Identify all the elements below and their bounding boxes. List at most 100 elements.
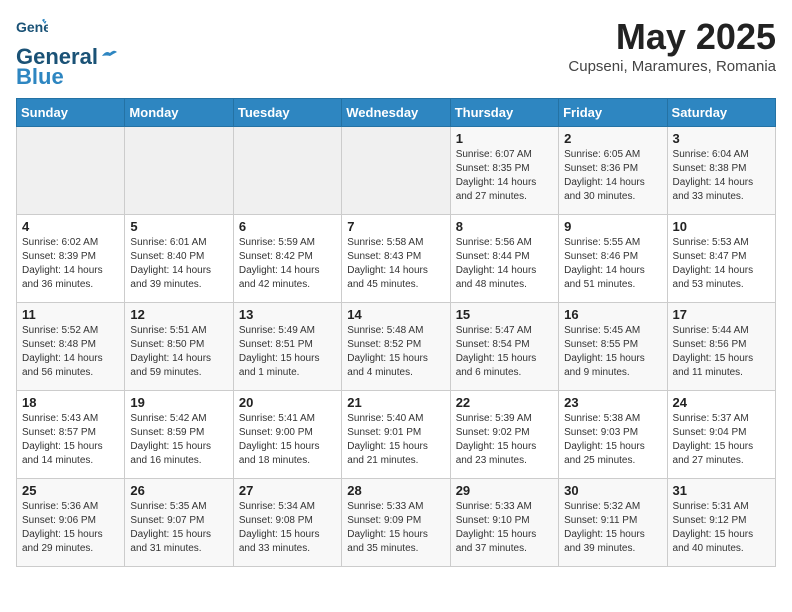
day-number: 14 [347, 307, 444, 322]
day-info: Sunrise: 5:45 AM Sunset: 8:55 PM Dayligh… [564, 324, 661, 380]
day-number: 26 [130, 483, 227, 498]
day-info: Sunrise: 6:02 AM Sunset: 8:39 PM Dayligh… [22, 236, 119, 292]
day-number: 5 [130, 219, 227, 234]
calendar-cell: 19Sunrise: 5:42 AM Sunset: 8:59 PM Dayli… [125, 391, 233, 479]
day-info: Sunrise: 5:31 AM Sunset: 9:12 PM Dayligh… [673, 500, 770, 556]
day-info: Sunrise: 5:58 AM Sunset: 8:43 PM Dayligh… [347, 236, 444, 292]
calendar-cell: 5 Sunrise: 6:01 AM Sunset: 8:40 PM Daylig… [125, 215, 233, 303]
header-tuesday: Tuesday [233, 99, 341, 127]
day-number: 27 [239, 483, 336, 498]
header-monday: Monday [125, 99, 233, 127]
logo-blue: Blue [16, 64, 64, 90]
day-info: Sunrise: 5:56 AM Sunset: 8:44 PM Dayligh… [456, 236, 553, 292]
calendar-cell: 24 Sunrise: 5:37 AM Sunset: 9:04 PM Dayli… [667, 391, 775, 479]
calendar-cell: 13Sunrise: 5:49 AM Sunset: 8:51 PM Dayli… [233, 303, 341, 391]
day-number: 2 [564, 131, 661, 146]
calendar-cell [233, 127, 341, 215]
calendar-cell: 2 Sunrise: 6:05 AM Sunset: 8:36 PM Daylig… [559, 127, 667, 215]
day-info: Sunrise: 5:35 AM Sunset: 9:07 PM Dayligh… [130, 500, 227, 556]
day-info: Sunrise: 6:05 AM Sunset: 8:36 PM Dayligh… [564, 148, 661, 204]
calendar-cell: 1 Sunrise: 6:07 AM Sunset: 8:35 PM Daylig… [450, 127, 558, 215]
calendar-cell [17, 127, 125, 215]
calendar-cell: 6Sunrise: 5:59 AM Sunset: 8:42 PM Daylig… [233, 215, 341, 303]
calendar-cell: 15 Sunrise: 5:47 AM Sunset: 8:54 PM Dayli… [450, 303, 558, 391]
title-area: May 2025 Cupseni, Maramures, Romania [568, 16, 776, 75]
day-info: Sunrise: 5:59 AM Sunset: 8:42 PM Dayligh… [239, 236, 336, 292]
day-number: 29 [456, 483, 553, 498]
header-saturday: Saturday [667, 99, 775, 127]
month-title: May 2025 [568, 16, 776, 58]
calendar-cell: 16 Sunrise: 5:45 AM Sunset: 8:55 PM Dayli… [559, 303, 667, 391]
logo: General General Blue [16, 16, 118, 90]
day-number: 21 [347, 395, 444, 410]
location-subtitle: Cupseni, Maramures, Romania [568, 58, 776, 75]
day-number: 31 [673, 483, 770, 498]
day-info: Sunrise: 5:33 AM Sunset: 9:09 PM Dayligh… [347, 500, 444, 556]
day-info: Sunrise: 6:04 AM Sunset: 8:38 PM Dayligh… [673, 148, 770, 204]
calendar-cell: 8Sunrise: 5:56 AM Sunset: 8:44 PM Daylig… [450, 215, 558, 303]
day-number: 13 [239, 307, 336, 322]
calendar-week-3: 11Sunrise: 5:52 AM Sunset: 8:48 PM Dayli… [17, 303, 776, 391]
day-number: 20 [239, 395, 336, 410]
day-number: 3 [673, 131, 770, 146]
calendar-cell: 25Sunrise: 5:36 AM Sunset: 9:06 PM Dayli… [17, 479, 125, 567]
calendar-cell: 14 Sunrise: 5:48 AM Sunset: 8:52 PM Dayli… [342, 303, 450, 391]
calendar-cell: 28Sunrise: 5:33 AM Sunset: 9:09 PM Dayli… [342, 479, 450, 567]
header-sunday: Sunday [17, 99, 125, 127]
day-number: 9 [564, 219, 661, 234]
day-info: Sunrise: 5:34 AM Sunset: 9:08 PM Dayligh… [239, 500, 336, 556]
day-info: Sunrise: 5:53 AM Sunset: 8:47 PM Dayligh… [673, 236, 770, 292]
calendar-cell: 17 Sunrise: 5:44 AM Sunset: 8:56 PM Dayli… [667, 303, 775, 391]
day-info: Sunrise: 6:07 AM Sunset: 8:35 PM Dayligh… [456, 148, 553, 204]
calendar-cell: 20 Sunrise: 5:41 AM Sunset: 9:00 PM Dayli… [233, 391, 341, 479]
calendar-cell [125, 127, 233, 215]
calendar-header-row: SundayMondayTuesdayWednesdayThursdayFrid… [17, 99, 776, 127]
calendar-cell: 27 Sunrise: 5:34 AM Sunset: 9:08 PM Dayli… [233, 479, 341, 567]
logo-icon: General [16, 16, 48, 44]
header-wednesday: Wednesday [342, 99, 450, 127]
day-number: 15 [456, 307, 553, 322]
calendar-cell: 11Sunrise: 5:52 AM Sunset: 8:48 PM Dayli… [17, 303, 125, 391]
day-number: 1 [456, 131, 553, 146]
calendar-cell: 31 Sunrise: 5:31 AM Sunset: 9:12 PM Dayli… [667, 479, 775, 567]
day-info: Sunrise: 5:39 AM Sunset: 9:02 PM Dayligh… [456, 412, 553, 468]
day-number: 7 [347, 219, 444, 234]
day-info: Sunrise: 5:51 AM Sunset: 8:50 PM Dayligh… [130, 324, 227, 380]
day-number: 22 [456, 395, 553, 410]
day-number: 12 [130, 307, 227, 322]
day-number: 10 [673, 219, 770, 234]
calendar-cell: 23Sunrise: 5:38 AM Sunset: 9:03 PM Dayli… [559, 391, 667, 479]
calendar-cell: 22 Sunrise: 5:39 AM Sunset: 9:02 PM Dayli… [450, 391, 558, 479]
calendar-week-1: 1 Sunrise: 6:07 AM Sunset: 8:35 PM Daylig… [17, 127, 776, 215]
day-info: Sunrise: 6:01 AM Sunset: 8:40 PM Dayligh… [130, 236, 227, 292]
page-header: General General Blue May 2025 Cupseni, M… [16, 16, 776, 90]
calendar-cell: 9Sunrise: 5:55 AM Sunset: 8:46 PM Daylig… [559, 215, 667, 303]
day-info: Sunrise: 5:41 AM Sunset: 9:00 PM Dayligh… [239, 412, 336, 468]
header-friday: Friday [559, 99, 667, 127]
day-info: Sunrise: 5:47 AM Sunset: 8:54 PM Dayligh… [456, 324, 553, 380]
day-info: Sunrise: 5:32 AM Sunset: 9:11 PM Dayligh… [564, 500, 661, 556]
day-number: 4 [22, 219, 119, 234]
calendar-cell: 12 Sunrise: 5:51 AM Sunset: 8:50 PM Dayli… [125, 303, 233, 391]
day-info: Sunrise: 5:48 AM Sunset: 8:52 PM Dayligh… [347, 324, 444, 380]
calendar-week-4: 18Sunrise: 5:43 AM Sunset: 8:57 PM Dayli… [17, 391, 776, 479]
calendar-cell: 29 Sunrise: 5:33 AM Sunset: 9:10 PM Dayli… [450, 479, 558, 567]
day-number: 30 [564, 483, 661, 498]
calendar-cell [342, 127, 450, 215]
calendar-cell: 4 Sunrise: 6:02 AM Sunset: 8:39 PM Daylig… [17, 215, 125, 303]
day-info: Sunrise: 5:44 AM Sunset: 8:56 PM Dayligh… [673, 324, 770, 380]
day-number: 18 [22, 395, 119, 410]
day-number: 24 [673, 395, 770, 410]
day-number: 17 [673, 307, 770, 322]
day-number: 16 [564, 307, 661, 322]
calendar-cell: 3 Sunrise: 6:04 AM Sunset: 8:38 PM Daylig… [667, 127, 775, 215]
day-info: Sunrise: 5:52 AM Sunset: 8:48 PM Dayligh… [22, 324, 119, 380]
day-info: Sunrise: 5:36 AM Sunset: 9:06 PM Dayligh… [22, 500, 119, 556]
day-info: Sunrise: 5:40 AM Sunset: 9:01 PM Dayligh… [347, 412, 444, 468]
day-info: Sunrise: 5:42 AM Sunset: 8:59 PM Dayligh… [130, 412, 227, 468]
calendar-cell: 10 Sunrise: 5:53 AM Sunset: 8:47 PM Dayli… [667, 215, 775, 303]
calendar-table: SundayMondayTuesdayWednesdayThursdayFrid… [16, 98, 776, 567]
day-info: Sunrise: 5:37 AM Sunset: 9:04 PM Dayligh… [673, 412, 770, 468]
day-info: Sunrise: 5:33 AM Sunset: 9:10 PM Dayligh… [456, 500, 553, 556]
calendar-cell: 30 Sunrise: 5:32 AM Sunset: 9:11 PM Dayli… [559, 479, 667, 567]
